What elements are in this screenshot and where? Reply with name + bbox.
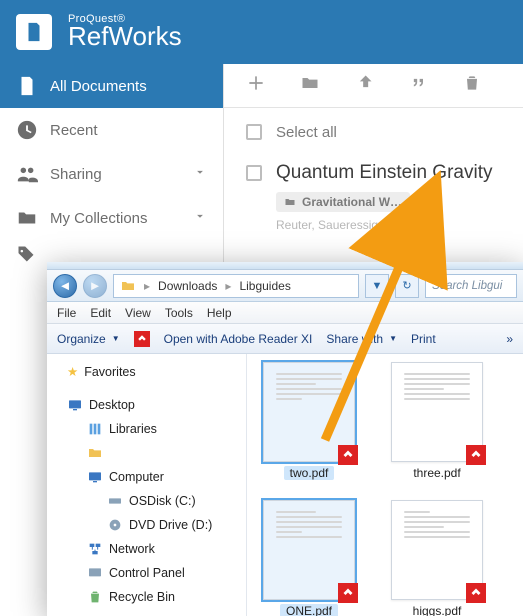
chevron-down-icon — [193, 165, 207, 183]
select-all-row[interactable]: Select all — [224, 108, 523, 156]
tree-user[interactable] — [47, 441, 246, 465]
file-item[interactable]: ONE.pdf — [255, 500, 363, 616]
people-icon — [16, 163, 38, 185]
refresh-button[interactable]: ↻ — [395, 274, 419, 298]
sidebar-item-recent[interactable]: Recent — [0, 108, 223, 152]
sidebar-item-all-documents[interactable]: All Documents — [0, 64, 223, 108]
cite-button[interactable] — [408, 73, 428, 98]
cmd-more[interactable]: » — [506, 332, 513, 346]
chevron-down-icon[interactable]: ▼ — [389, 334, 397, 343]
breadcrumb-dropdown[interactable]: ▼ — [365, 274, 389, 298]
toolbar — [224, 64, 523, 108]
address-bar: ◄ ► ▸ Downloads ▸ Libguides ▼ ↻ Search L… — [47, 270, 523, 302]
sidebar-item-label: Sharing — [50, 166, 102, 183]
tree-desktop[interactable]: Desktop — [47, 393, 246, 417]
doc-checkbox[interactable] — [246, 165, 262, 181]
tree-favorites[interactable]: ★Favorites — [47, 360, 246, 383]
cmd-organize[interactable]: Organize — [57, 332, 106, 346]
tree-control-panel[interactable]: Control Panel — [47, 561, 246, 585]
file-grid: two.pdf three.pdf ONE.pdf higgs.pdf — [247, 354, 523, 616]
document-row[interactable]: Quantum Einstein Gravity Gravitational W… — [224, 156, 523, 242]
sidebar-item-my-collections[interactable]: My Collections — [0, 196, 223, 240]
file-name: two.pdf — [284, 466, 335, 480]
file-explorer-window[interactable]: ◄ ► ▸ Downloads ▸ Libguides ▼ ↻ Search L… — [47, 262, 523, 616]
pdf-icon — [466, 445, 486, 465]
documents-icon — [16, 75, 38, 97]
share-button[interactable] — [354, 73, 374, 98]
nav-back-button[interactable]: ◄ — [53, 274, 77, 298]
sidebar-item-sharing[interactable]: Sharing — [0, 152, 223, 196]
chevron-down-icon — [193, 209, 207, 227]
breadcrumb-seg[interactable]: Libguides — [239, 279, 290, 293]
breadcrumb-seg[interactable]: Downloads — [158, 279, 217, 293]
menu-tools[interactable]: Tools — [165, 306, 193, 320]
doc-folder-chip[interactable]: Gravitational W… — [276, 192, 410, 212]
pdf-icon — [338, 445, 358, 465]
cmd-open-with[interactable]: Open with Adobe Reader XI — [164, 332, 313, 346]
tree-dvd[interactable]: DVD Drive (D:) — [47, 513, 246, 537]
nav-forward-button[interactable]: ► — [83, 274, 107, 298]
file-item[interactable]: three.pdf — [383, 362, 491, 480]
folder-button[interactable] — [300, 73, 320, 98]
delete-button[interactable] — [462, 73, 482, 98]
menu-help[interactable]: Help — [207, 306, 232, 320]
menu-edit[interactable]: Edit — [90, 306, 111, 320]
doc-folder-label: Gravitational W… — [302, 195, 402, 209]
file-item[interactable]: two.pdf — [255, 362, 363, 480]
chevron-down-icon[interactable]: ▼ — [112, 334, 120, 343]
select-all-label: Select all — [276, 124, 337, 141]
brand-line2: RefWorks — [68, 21, 182, 52]
pdf-icon — [338, 583, 358, 603]
menu-file[interactable]: File — [57, 306, 76, 320]
sidebar-item-label: All Documents — [50, 78, 147, 95]
file-item[interactable]: higgs.pdf — [383, 500, 491, 616]
nav-tree: ★Favorites Desktop Libraries Computer OS… — [47, 354, 247, 616]
app-header: ProQuest® RefWorks — [0, 0, 523, 64]
app-logo-icon — [16, 14, 52, 50]
breadcrumb[interactable]: ▸ Downloads ▸ Libguides — [113, 274, 359, 298]
folder-icon — [16, 207, 38, 229]
pdf-icon — [134, 331, 150, 347]
sidebar-item-label: Recent — [50, 122, 98, 139]
sidebar-item-label: My Collections — [50, 210, 148, 227]
search-input[interactable]: Search Libgui — [425, 274, 517, 298]
doc-title[interactable]: Quantum Einstein Gravity — [276, 162, 492, 184]
menu-bar: File Edit View Tools Help — [47, 302, 523, 324]
add-button[interactable] — [246, 73, 266, 98]
menu-view[interactable]: View — [125, 306, 151, 320]
tree-osdisk[interactable]: OSDisk (C:) — [47, 489, 246, 513]
cmd-share-with[interactable]: Share with — [326, 332, 383, 346]
tree-network[interactable]: Network — [47, 537, 246, 561]
window-titlebar[interactable] — [47, 262, 523, 270]
search-placeholder: Search Libgui — [432, 280, 502, 292]
tree-libraries[interactable]: Libraries — [47, 417, 246, 441]
command-bar: Organize ▼ Open with Adobe Reader XI Sha… — [47, 324, 523, 354]
doc-meta: Reuter, Saueressig, 201… — [276, 218, 501, 232]
tree-computer[interactable]: Computer — [47, 465, 246, 489]
pdf-icon — [466, 583, 486, 603]
clock-icon — [16, 119, 38, 141]
select-all-checkbox[interactable] — [246, 124, 262, 140]
tree-recycle-bin[interactable]: Recycle Bin — [47, 585, 246, 609]
file-name: three.pdf — [413, 466, 460, 480]
file-name: higgs.pdf — [413, 604, 462, 616]
file-name: ONE.pdf — [280, 604, 338, 616]
cmd-print[interactable]: Print — [411, 332, 436, 346]
